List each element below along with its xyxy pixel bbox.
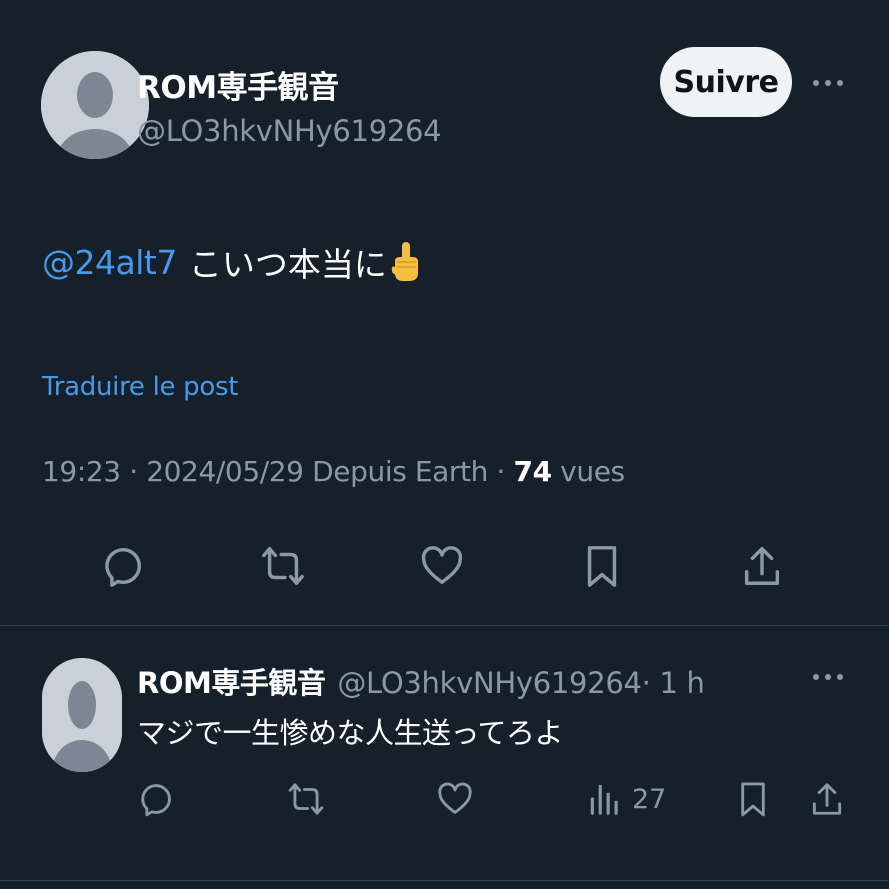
reply-header: ROM専手観音 @LO3hkvNHy619264 · 1 h: [137, 660, 705, 702]
reply-like-icon[interactable]: [436, 780, 474, 818]
post-text: @24alt7 こいつ本当に: [42, 238, 421, 286]
default-avatar-icon: [42, 658, 122, 772]
reply-author-avatar[interactable]: [42, 658, 122, 772]
views-count: 74: [513, 455, 553, 488]
post-divider: [0, 625, 889, 626]
reply-author-handle[interactable]: @LO3hkvNHy619264: [337, 666, 642, 700]
reply-more-options-icon[interactable]: [808, 662, 848, 692]
post-body: こいつ本当に: [188, 245, 387, 284]
reply-views[interactable]: 27: [586, 780, 666, 818]
author-avatar[interactable]: [41, 51, 149, 159]
reply-divider: [0, 880, 889, 881]
author-handle[interactable]: @LO3hkvNHy619264: [137, 114, 442, 148]
reply-text: マジで一生惨めな人生送ってろよ: [137, 716, 564, 750]
retweet-icon[interactable]: [259, 538, 307, 594]
reply-time[interactable]: · 1 h: [642, 666, 705, 700]
reply-share-icon[interactable]: [808, 780, 846, 818]
default-avatar-icon: [41, 51, 149, 159]
bookmark-icon[interactable]: [578, 538, 626, 594]
reply-reply-icon[interactable]: [137, 780, 175, 818]
reply-retweet-icon[interactable]: [287, 780, 325, 818]
reply-bookmark-icon[interactable]: [734, 780, 772, 818]
translate-post-link[interactable]: Traduire le post: [42, 372, 238, 402]
post-time[interactable]: 19:23: [42, 455, 121, 488]
mention-link[interactable]: @24alt7: [42, 243, 177, 282]
views-label: vues: [551, 455, 625, 488]
post-metadata: 19:23 · 2024/05/29 Depuis Earth · 74 vue…: [42, 455, 625, 488]
like-icon[interactable]: [418, 538, 466, 594]
reply-author-display-name[interactable]: ROM専手観音: [137, 660, 326, 702]
more-options-icon[interactable]: [808, 68, 848, 98]
middle-finger-emoji-icon: [391, 241, 421, 283]
reply-icon[interactable]: [99, 538, 147, 594]
views-chart-icon: [590, 784, 618, 815]
post-date[interactable]: 2024/05/29: [146, 455, 304, 488]
reply-views-count: 27: [632, 783, 667, 815]
follow-button[interactable]: Suivre: [660, 47, 792, 117]
author-display-name[interactable]: ROM専手観音: [137, 62, 339, 107]
post-source: Depuis Earth: [303, 455, 488, 488]
share-icon[interactable]: [738, 538, 786, 594]
